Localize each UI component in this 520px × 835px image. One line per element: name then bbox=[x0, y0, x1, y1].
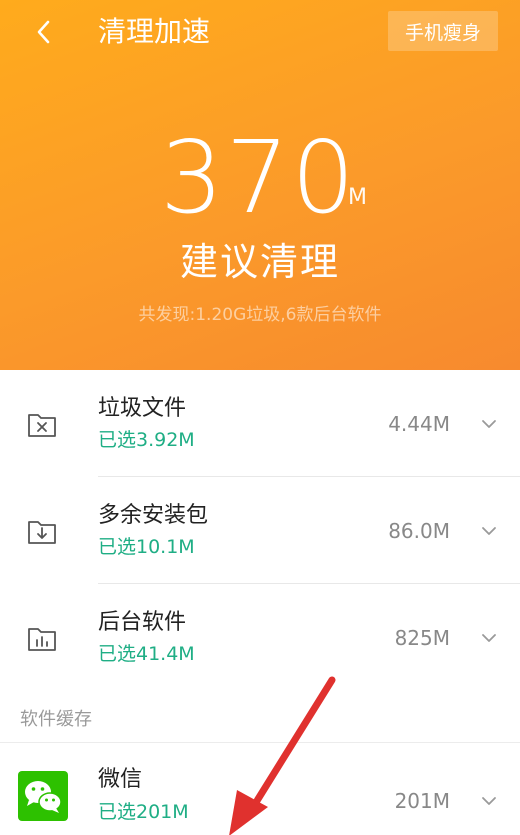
category-size: 86.0M bbox=[388, 519, 450, 543]
category-row-background-apps[interactable]: 后台软件 已选41.4M 825M bbox=[0, 584, 520, 690]
phone-slim-button[interactable]: 手机瘦身 bbox=[388, 11, 498, 51]
category-selected: 已选10.1M bbox=[98, 536, 195, 558]
chevron-down-icon[interactable] bbox=[479, 628, 499, 648]
page-title: 清理加速 bbox=[98, 15, 211, 48]
chevron-down-icon[interactable] bbox=[479, 521, 499, 541]
cleanup-unit: M bbox=[348, 185, 367, 210]
category-size: 825M bbox=[394, 626, 450, 650]
category-row-junk-files[interactable]: 垃圾文件 已选3.92M 4.44M bbox=[0, 370, 520, 476]
cleanup-amount: 370 bbox=[160, 119, 357, 236]
package-download-icon bbox=[28, 521, 56, 544]
category-selected: 已选41.4M bbox=[98, 643, 195, 665]
app-size: 201M bbox=[394, 789, 450, 813]
section-label-app-cache: 软件缓存 bbox=[20, 709, 92, 730]
back-button[interactable] bbox=[26, 14, 62, 50]
chevron-down-icon[interactable] bbox=[479, 414, 499, 434]
chevron-down-icon[interactable] bbox=[479, 791, 499, 811]
background-app-chart-icon bbox=[28, 628, 56, 651]
category-name: 多余安装包 bbox=[98, 503, 209, 528]
app-row-wechat[interactable]: 微信 已选201M 201M bbox=[0, 743, 520, 835]
category-row-packages[interactable]: 多余安装包 已选10.1M 86.0M bbox=[0, 477, 520, 583]
category-selected: 已选3.92M bbox=[98, 429, 195, 451]
wechat-icon bbox=[18, 771, 68, 821]
app-name: 微信 bbox=[98, 767, 143, 792]
app-selected: 已选201M bbox=[98, 801, 189, 823]
junk-folder-icon bbox=[28, 414, 56, 437]
chevron-left-icon bbox=[37, 20, 50, 44]
suggestion-text: 建议清理 bbox=[179, 240, 340, 284]
category-name: 垃圾文件 bbox=[98, 396, 187, 421]
found-summary: 共发现:1.20G垃圾,6款后台软件 bbox=[138, 305, 382, 325]
category-size: 4.44M bbox=[388, 412, 450, 436]
header-hero: 清理加速 手机瘦身 370 M 建议清理 共发现:1.20G垃圾,6款后台软件 bbox=[0, 0, 520, 370]
category-name: 后台软件 bbox=[98, 610, 187, 635]
